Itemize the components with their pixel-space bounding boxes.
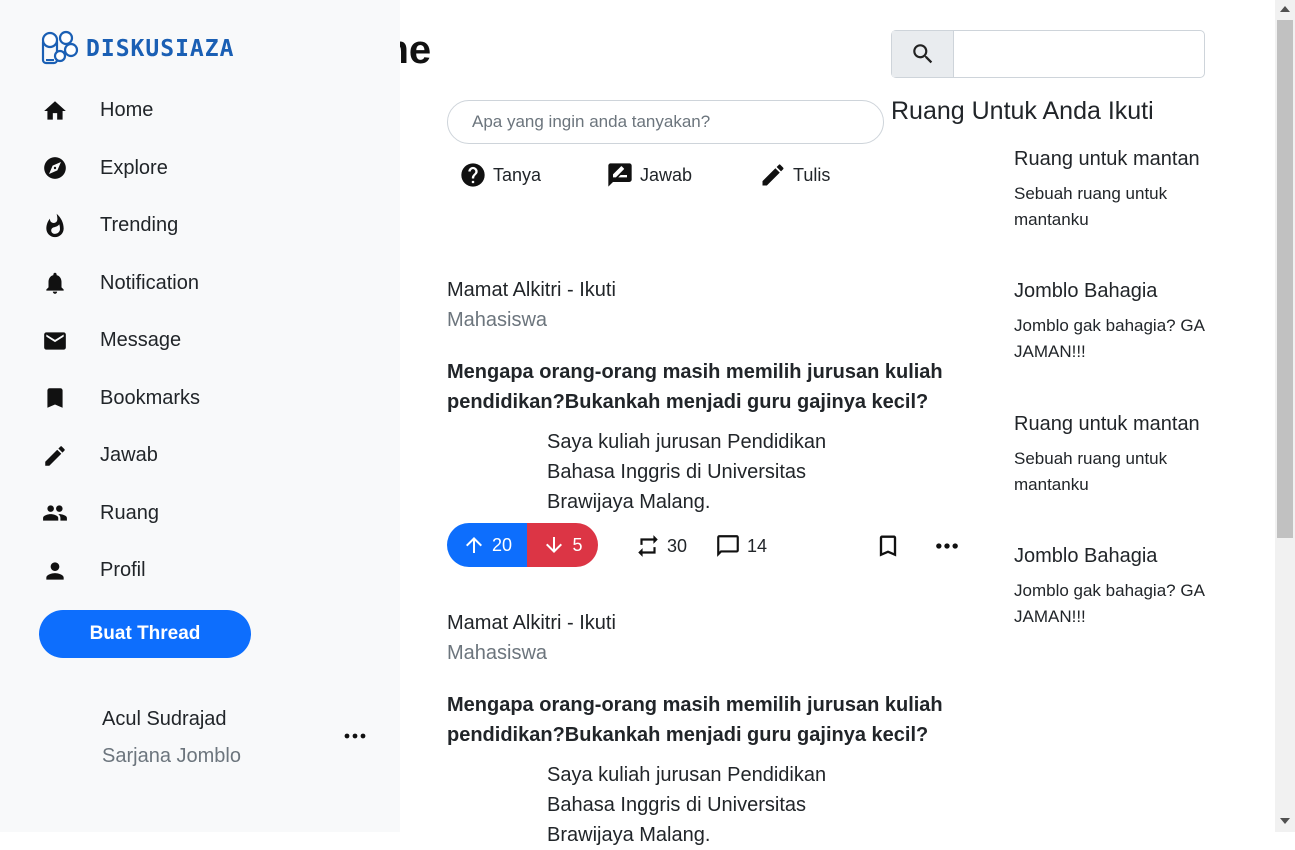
create-thread-button[interactable]: Buat Thread xyxy=(39,610,251,658)
room-name: Jomblo Bahagia xyxy=(1014,545,1158,567)
room-name: Jomblo Bahagia xyxy=(1014,280,1158,302)
answer-button[interactable]: Jawab xyxy=(606,160,692,190)
room-desc: Jomblo gak bahagia? GA JAMAN!!! xyxy=(1014,581,1204,626)
post-author-role: Mahasiswa xyxy=(447,642,548,664)
sidebar-item-jawab[interactable]: Jawab xyxy=(40,427,380,485)
room-item[interactable]: Jomblo Bahagia Jomblo gak bahagia? GA JA… xyxy=(1014,545,1244,630)
arrow-up-icon xyxy=(465,537,482,553)
people-icon xyxy=(40,498,70,528)
sidebar-item-label: Bookmarks xyxy=(100,386,201,409)
pencil-icon xyxy=(40,441,70,471)
question-icon xyxy=(461,163,485,187)
room-item[interactable]: Ruang untuk mantan Sebuah ruang untuk ma… xyxy=(1014,413,1244,498)
sidebar-item-notification[interactable]: Notification xyxy=(40,255,380,313)
pencil-icon xyxy=(762,164,784,186)
sidebar-item-ruang[interactable]: Ruang xyxy=(40,485,380,543)
user-role: Sarjana Jomblo xyxy=(102,745,241,767)
scroll-up-arrow[interactable] xyxy=(1280,6,1290,12)
flame-icon xyxy=(40,211,70,241)
post-body: Saya kuliah jurusan Pendidikan Bahasa In… xyxy=(547,764,827,846)
answer-icon xyxy=(608,163,632,187)
bookmark-button[interactable] xyxy=(874,532,902,560)
search-group xyxy=(891,30,1205,78)
scroll-down-arrow[interactable] xyxy=(1280,818,1290,824)
room-desc: Sebuah ruang untuk mantanku xyxy=(1014,449,1168,494)
answer-label: Jawab xyxy=(640,164,693,185)
room-name: Ruang untuk mantan xyxy=(1014,413,1200,435)
scroll-thumb[interactable] xyxy=(1277,20,1293,538)
room-item[interactable]: Ruang untuk mantan Sebuah ruang untuk ma… xyxy=(1014,148,1244,233)
post-author[interactable]: Mamat Alkitri - Ikuti xyxy=(447,612,616,635)
more-icon[interactable] xyxy=(343,725,367,747)
ask-label: Tanya xyxy=(493,164,542,185)
bookmark-outline-icon xyxy=(879,535,897,557)
comment-button[interactable]: 14 xyxy=(715,532,767,560)
post-title[interactable]: Mengapa orang-orang masih memilih jurusa… xyxy=(447,357,967,417)
sidebar-nav: Home Explore Trending Notification Messa… xyxy=(40,82,380,600)
post-title[interactable]: Mengapa orang-orang masih memilih jurusa… xyxy=(447,690,967,750)
downvote-count: 5 xyxy=(572,534,583,555)
sidebar-item-home[interactable]: Home xyxy=(40,82,380,140)
user-name[interactable]: Acul Sudrajad xyxy=(102,708,227,731)
ask-button[interactable]: Tanya xyxy=(459,160,541,190)
home-icon xyxy=(40,96,70,126)
post-author-role: Mahasiswa xyxy=(447,309,548,331)
sidebar-item-label: Message xyxy=(100,329,182,352)
logo-text: DISKUSIAZA xyxy=(86,36,235,62)
repost-icon xyxy=(638,535,658,557)
comment-count: 14 xyxy=(747,535,768,556)
room-item[interactable]: Jomblo Bahagia Jomblo gak bahagia? GA JA… xyxy=(1014,280,1244,365)
sidebar-item-trending[interactable]: Trending xyxy=(40,197,380,255)
sidebar-item-label: Profil xyxy=(100,559,146,582)
room-desc: Sebuah ruang untuk mantanku xyxy=(1014,184,1168,229)
comment-icon xyxy=(717,535,739,557)
room-name: Ruang untuk mantan xyxy=(1014,148,1200,170)
sidebar-item-bookmarks[interactable]: Bookmarks xyxy=(40,370,380,428)
sidebar-item-label: Home xyxy=(100,99,154,122)
more-icon xyxy=(936,543,958,549)
sidebar: DISKUSIAZA Home Explore Trending Notific… xyxy=(0,0,400,832)
write-label: Tulis xyxy=(793,164,831,185)
sidebar-item-label: Explore xyxy=(100,156,168,179)
post-body: Saya kuliah jurusan Pendidikan Bahasa In… xyxy=(547,431,827,513)
search-input[interactable] xyxy=(954,31,1204,77)
downvote-button[interactable]: 5 xyxy=(527,523,598,567)
repost-count: 30 xyxy=(667,535,688,556)
bell-icon xyxy=(40,268,70,298)
sidebar-item-message[interactable]: Message xyxy=(40,312,380,370)
ask-question-input[interactable] xyxy=(447,100,884,144)
search-icon xyxy=(912,44,932,64)
repost-button[interactable]: 30 xyxy=(635,532,687,560)
arrow-down-icon xyxy=(546,537,563,553)
mail-icon xyxy=(40,326,70,356)
room-desc: Jomblo gak bahagia? GA JAMAN!!! xyxy=(1014,316,1204,361)
sidebar-item-label: Trending xyxy=(100,214,179,237)
vote-group: 20 5 xyxy=(447,523,598,567)
post-more-button[interactable] xyxy=(933,532,961,560)
sidebar-item-explore[interactable]: Explore xyxy=(40,140,380,198)
search-button[interactable] xyxy=(892,31,954,77)
sidebar-item-profil[interactable]: Profil xyxy=(40,542,380,600)
upvote-count: 20 xyxy=(491,534,513,555)
compass-icon xyxy=(40,153,70,183)
post-author[interactable]: Mamat Alkitri - Ikuti xyxy=(447,279,616,302)
bookmark-icon xyxy=(40,383,70,413)
sidebar-item-label: Notification xyxy=(100,271,199,294)
sidebar-item-label: Ruang xyxy=(100,501,159,524)
sidebar-item-label: Jawab xyxy=(100,444,158,467)
logo-icon xyxy=(41,30,79,65)
rooms-heading: Ruang Untuk Anda Ikuti xyxy=(891,97,1154,125)
person-icon xyxy=(40,556,70,586)
logo[interactable]: DISKUSIAZA xyxy=(40,30,234,68)
page-scrollbar[interactable] xyxy=(1275,0,1295,832)
write-button[interactable]: Tulis xyxy=(759,160,830,190)
upvote-button[interactable]: 20 xyxy=(447,523,527,567)
